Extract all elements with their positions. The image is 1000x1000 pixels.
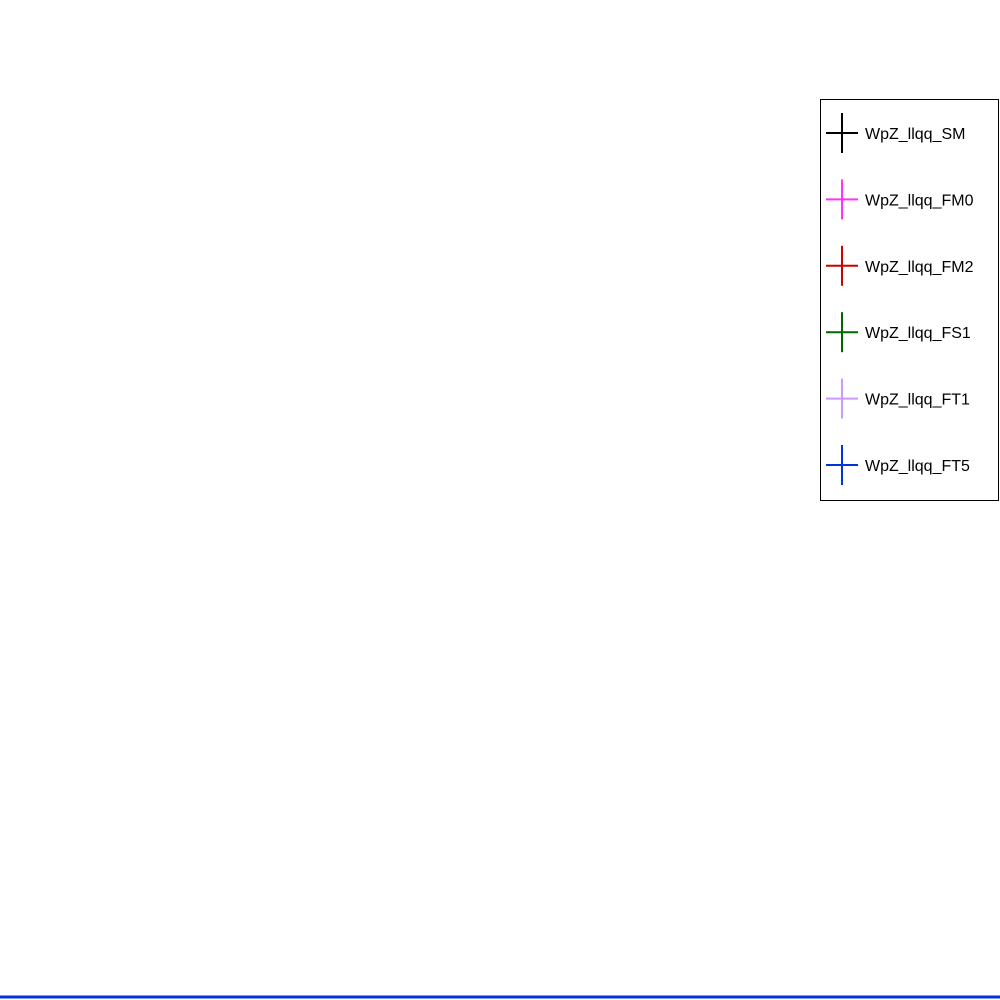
legend-label: WpZ_llqq_FS1 xyxy=(865,325,971,342)
legend-label: WpZ_llqq_FT5 xyxy=(865,458,970,475)
legend-box xyxy=(820,99,999,501)
legend-label: WpZ_llqq_FT1 xyxy=(865,392,970,409)
legend-label: WpZ_llqq_SM xyxy=(865,126,965,143)
legend: WpZ_llqq_SM WpZ_llqq_FM0 WpZ_llqq_FM2 WpZ_l… xyxy=(820,99,999,501)
chart-canvas: WpZ_llqq_SM WpZ_llqq_FM0 WpZ_llqq_FM2 WpZ_l… xyxy=(0,0,1000,1000)
legend-label: WpZ_llqq_FM2 xyxy=(865,259,974,276)
legend-label: WpZ_llqq_FM0 xyxy=(865,192,974,209)
